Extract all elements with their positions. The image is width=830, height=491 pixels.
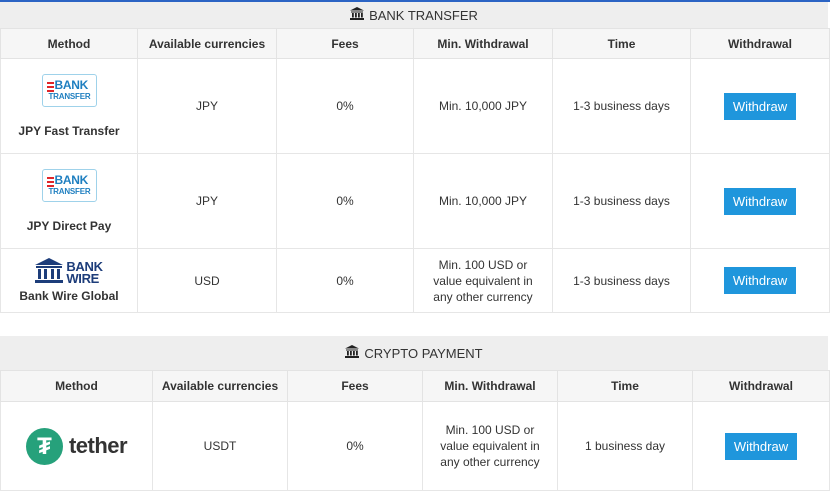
currency-cell: USD [137, 248, 277, 313]
withdraw-button[interactable]: Withdraw [724, 187, 796, 215]
bank-building-icon [35, 258, 64, 287]
column-header-method: Method [0, 28, 138, 59]
table-row: BANK WIRE Bank Wire Global USD 0% Min. 10… [0, 248, 830, 313]
method-cell: ₮ tether [0, 401, 153, 491]
tether-icon: ₮ [25, 427, 63, 465]
column-header-min-withdrawal: Min. Withdrawal [422, 370, 558, 402]
fees-cell: 0% [276, 248, 414, 313]
crypto-payment-header: CRYPTO PAYMENT [0, 336, 828, 370]
tether-logo: ₮ tether [25, 427, 128, 465]
withdrawal-cell: Withdraw [692, 401, 830, 491]
crypto-payment-table: Method Available currencies Fees Min. Wi… [0, 370, 830, 491]
withdrawal-cell: Withdraw [690, 153, 830, 249]
method-name: JPY Fast Transfer [18, 124, 120, 138]
column-header-currencies: Available currencies [152, 370, 288, 402]
bank-wire-logo: BANK WIRE [35, 258, 103, 287]
bank-transfer-logo: BANK TRANSFER [41, 169, 97, 202]
fees-cell: 0% [276, 58, 414, 154]
table-row: ₮ tether USDT 0% Min. 100 USD or value e… [0, 401, 830, 491]
method-name: JPY Direct Pay [26, 219, 112, 233]
withdraw-button[interactable]: Withdraw [725, 432, 797, 460]
currency-cell: JPY [137, 58, 277, 154]
column-header-method: Method [0, 370, 153, 402]
method-cell: BANK TRANSFER JPY Direct Pay [0, 153, 138, 249]
column-header-fees: Fees [287, 370, 423, 402]
time-cell: 1 business day [557, 401, 693, 491]
currency-cell: USDT [152, 401, 288, 491]
withdrawal-cell: Withdraw [690, 248, 830, 313]
withdraw-button[interactable]: Withdraw [724, 92, 796, 120]
table-row: BANK TRANSFER JPY Fast Transfer JPY 0% M… [0, 58, 830, 154]
table-header-row: Method Available currencies Fees Min. Wi… [0, 370, 830, 402]
table-header-row: Method Available currencies Fees Min. Wi… [0, 28, 830, 59]
method-name: Bank Wire Global [19, 289, 119, 303]
time-cell: 1-3 business days [552, 248, 691, 313]
method-cell: BANK WIRE Bank Wire Global [0, 248, 138, 313]
column-header-currencies: Available currencies [137, 28, 277, 59]
bank-transfer-logo: BANK TRANSFER [41, 74, 97, 107]
bank-transfer-title: BANK TRANSFER [369, 7, 478, 23]
column-header-withdrawal: Withdrawal [690, 28, 830, 59]
bank-building-icon [345, 345, 360, 361]
fees-cell: 0% [276, 153, 414, 249]
min-withdrawal-cell: Min. 100 USD or value equivalent in any … [422, 401, 558, 491]
column-header-fees: Fees [276, 28, 414, 59]
fees-cell: 0% [287, 401, 423, 491]
bank-transfer-header: BANK TRANSFER [0, 2, 828, 28]
column-header-time: Time [552, 28, 691, 59]
column-header-min-withdrawal: Min. Withdrawal [413, 28, 553, 59]
column-header-withdrawal: Withdrawal [692, 370, 830, 402]
withdraw-button[interactable]: Withdraw [724, 267, 796, 294]
crypto-payment-title: CRYPTO PAYMENT [364, 345, 483, 361]
min-withdrawal-cell: Min. 100 USD or value equivalent in any … [413, 248, 553, 313]
bank-transfer-table: Method Available currencies Fees Min. Wi… [0, 28, 830, 313]
method-cell: BANK TRANSFER JPY Fast Transfer [0, 58, 138, 154]
column-header-time: Time [557, 370, 693, 402]
time-cell: 1-3 business days [552, 58, 691, 154]
min-withdrawal-cell: Min. 10,000 JPY [413, 153, 553, 249]
table-row: BANK TRANSFER JPY Direct Pay JPY 0% Min.… [0, 153, 830, 249]
time-cell: 1-3 business days [552, 153, 691, 249]
bank-building-icon [350, 7, 365, 23]
withdrawal-cell: Withdraw [690, 58, 830, 154]
min-withdrawal-cell: Min. 10,000 JPY [413, 58, 553, 154]
currency-cell: JPY [137, 153, 277, 249]
